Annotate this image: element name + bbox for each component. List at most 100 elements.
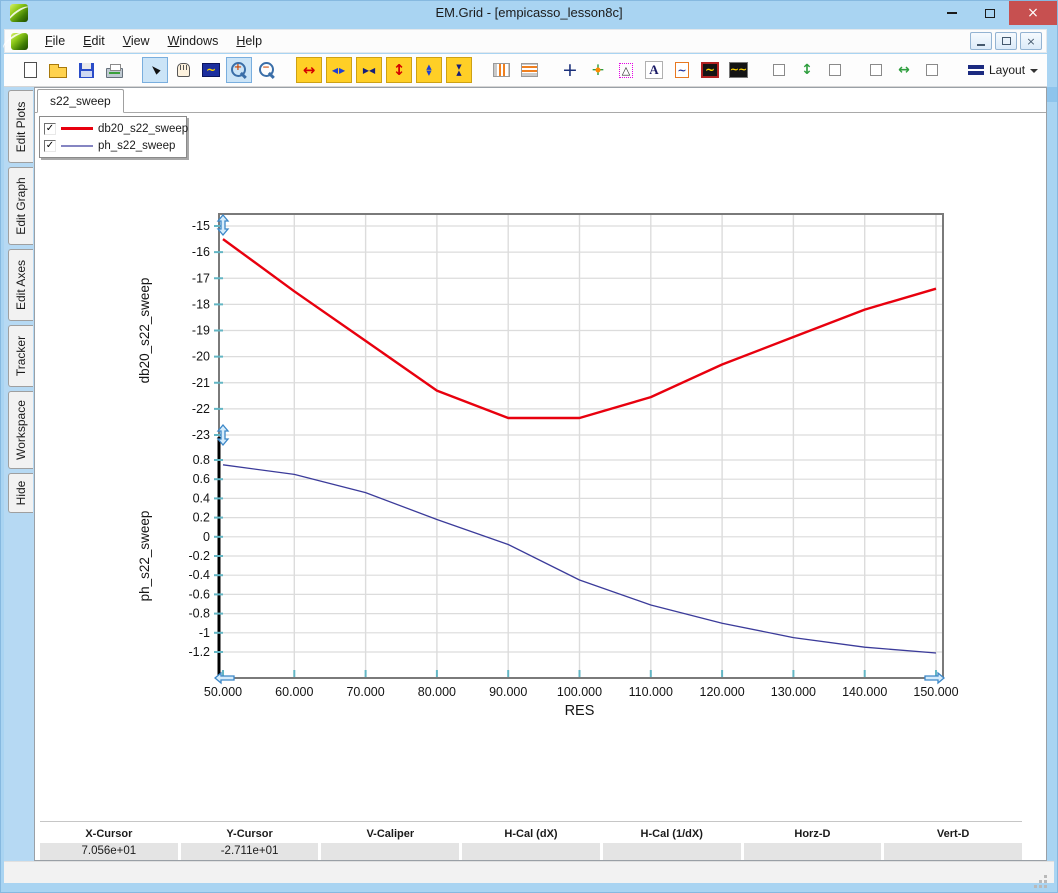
report-button[interactable] (669, 57, 695, 83)
mdi-minimize-button[interactable] (970, 32, 992, 50)
margins-horizontal-button[interactable] (516, 57, 542, 83)
svg-text:-0.2: -0.2 (188, 549, 210, 563)
margins-horizontal-icon (521, 63, 538, 77)
expand-y-full-button[interactable] (386, 57, 412, 83)
legend-line-sample (61, 127, 93, 130)
svg-text:0.6: 0.6 (193, 472, 210, 486)
zoom-out-button[interactable] (254, 57, 280, 83)
svg-text:0.8: 0.8 (193, 453, 210, 467)
tracker-button[interactable] (585, 57, 611, 83)
cursor-value (603, 843, 741, 860)
sidebar-tab-edit-axes[interactable]: Edit Axes (8, 249, 33, 321)
cursor-table-value-row: 7.056e+01 -2.711e+01 (40, 843, 1022, 860)
checkbox-icon (829, 64, 841, 76)
open-file-button[interactable] (45, 57, 71, 83)
legend-label: db20_s22_sweep (98, 123, 188, 135)
spread-y-icon (801, 62, 813, 78)
menu-view[interactable]: View (114, 31, 159, 51)
mdi-close-button[interactable]: × (1020, 32, 1042, 50)
menu-bar: File Edit View Windows Help × (4, 29, 1047, 53)
sidebar-tab-edit-graph[interactable]: Edit Graph (8, 167, 33, 245)
plot-double-button[interactable] (725, 57, 751, 83)
client-area: Edit Plots Edit Graph Edit Axes Tracker … (4, 87, 1047, 861)
layout-label: Layout (989, 63, 1025, 77)
svg-text:-1: -1 (199, 626, 210, 640)
column-header: H-Cal (dX) (462, 825, 600, 843)
expand-y-button[interactable] (416, 57, 442, 83)
toolbar: Layout (4, 54, 1047, 87)
legend-checkbox-ph[interactable] (44, 140, 56, 152)
svg-text:0.4: 0.4 (193, 491, 210, 505)
tracker-icon (591, 63, 605, 77)
plot-single-button[interactable] (697, 57, 723, 83)
checkbox-y-left-button[interactable] (766, 57, 792, 83)
svg-text:120.000: 120.000 (700, 685, 745, 699)
sidebar-tab-workspace[interactable]: Workspace (8, 391, 33, 469)
plot-page: -15-16-17-18-19-20-21-22-230.80.60.40.20… (35, 113, 1046, 860)
cursor-value (884, 843, 1022, 860)
tab-s22-sweep[interactable]: s22_sweep (37, 89, 124, 113)
layout-menu-button[interactable]: Layout (960, 57, 1046, 83)
zoom-out-icon (259, 62, 276, 79)
chart-canvas: -15-16-17-18-19-20-21-22-230.80.60.40.20… (35, 113, 1049, 818)
svg-text:60.000: 60.000 (275, 685, 313, 699)
mdi-restore-button[interactable] (995, 32, 1017, 50)
maximize-icon (985, 9, 995, 18)
sidebar-tab-hide[interactable]: Hide (8, 473, 33, 513)
sidebar-tab-tracker[interactable]: Tracker (8, 325, 33, 387)
select-cursor-button[interactable] (142, 57, 168, 83)
new-document-icon (24, 62, 37, 78)
compress-x-button[interactable] (356, 57, 382, 83)
compress-y-icon (456, 64, 461, 76)
minimize-button[interactable] (933, 1, 971, 25)
text-label-button[interactable] (641, 57, 667, 83)
caliper-button[interactable] (613, 57, 639, 83)
cursor-value: -2.711e+01 (181, 843, 319, 860)
close-button[interactable]: × (1009, 1, 1057, 25)
svg-text:90.000: 90.000 (489, 685, 527, 699)
spread-y-button[interactable] (794, 57, 820, 83)
svg-text:-19: -19 (192, 324, 210, 338)
title-bar[interactable]: EM.Grid - [empicasso_lesson8c] × (1, 1, 1057, 25)
new-document-button[interactable] (17, 57, 43, 83)
expand-y-full-icon (393, 61, 406, 79)
menu-windows[interactable]: Windows (159, 31, 228, 51)
legend-line-sample (61, 145, 93, 147)
checkbox-x-right-button[interactable] (919, 57, 945, 83)
window-controls: × (933, 1, 1057, 25)
maximize-button[interactable] (971, 1, 1009, 25)
svg-text:-0.6: -0.6 (188, 587, 210, 601)
menu-edit[interactable]: Edit (74, 31, 114, 51)
pan-hand-button[interactable] (170, 57, 196, 83)
print-button[interactable] (101, 57, 127, 83)
menu-file[interactable]: File (36, 31, 74, 51)
column-header: Vert-D (884, 825, 1022, 843)
expand-x-full-button[interactable] (296, 57, 322, 83)
legend-checkbox-db20[interactable] (44, 123, 56, 135)
zoom-window-button[interactable] (198, 57, 224, 83)
svg-text:140.000: 140.000 (842, 685, 887, 699)
crosshair-icon (562, 62, 578, 78)
layout-menu-icon (968, 65, 984, 75)
select-cursor-icon (150, 63, 159, 77)
x-axis-handle[interactable] (925, 673, 944, 683)
cursor-value (744, 843, 882, 860)
legend-item: db20_s22_sweep (44, 120, 178, 137)
zoom-in-button[interactable] (226, 57, 252, 83)
expand-x-button[interactable] (326, 57, 352, 83)
resize-grip[interactable] (1044, 875, 1047, 878)
compress-y-button[interactable] (446, 57, 472, 83)
checkbox-y-right-button[interactable] (822, 57, 848, 83)
axis-ticks (214, 226, 936, 677)
spread-x-button[interactable] (891, 57, 917, 83)
crosshair-button[interactable] (557, 57, 583, 83)
close-icon: × (1027, 5, 1039, 21)
cursor-value (462, 843, 600, 860)
expand-x-icon (332, 66, 346, 75)
menu-help[interactable]: Help (227, 31, 271, 51)
sidebar-tab-edit-plots[interactable]: Edit Plots (8, 90, 33, 163)
checkbox-x-left-button[interactable] (863, 57, 889, 83)
save-button[interactable] (73, 57, 99, 83)
margins-vertical-button[interactable] (488, 57, 514, 83)
svg-text:-0.8: -0.8 (188, 607, 210, 621)
